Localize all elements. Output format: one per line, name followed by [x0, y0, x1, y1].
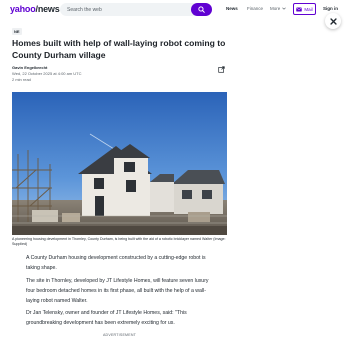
search-bar [60, 3, 212, 16]
close-button[interactable] [325, 13, 341, 29]
yahoo-news-logo[interactable]: yahoo/news [10, 4, 60, 14]
article-photo [12, 92, 227, 235]
nav-more-label: More [270, 6, 281, 11]
nav-more[interactable]: More [270, 6, 286, 11]
sign-in-link[interactable]: Sign in [323, 6, 338, 11]
article-paragraph: The site in Thornley, developed by JT Li… [26, 278, 209, 304]
share-icon[interactable] [218, 66, 225, 73]
author-name[interactable]: Gavin Engelbrecht [12, 65, 47, 70]
mail-label: Mail [304, 6, 313, 12]
read-time: 2 min read [12, 77, 31, 82]
search-icon [198, 6, 205, 13]
logo-yahoo: yahoo [10, 4, 36, 14]
logo-news: /news [35, 4, 60, 14]
advertisement-label: ADVERTISEMENT [102, 333, 137, 337]
nav-news[interactable]: News [226, 6, 238, 11]
mail-icon [296, 7, 303, 11]
publisher-badge[interactable]: NE [12, 28, 22, 35]
photo-caption: A pioneering housing development in Thor… [12, 237, 226, 246]
close-icon [329, 17, 337, 25]
article-paragraph: A County Durham housing development cons… [26, 255, 206, 271]
publish-date: Wed, 22 October 2025 at 4:00 am UTC [12, 71, 82, 76]
search-button[interactable] [191, 3, 212, 16]
chevron-down-icon [281, 7, 286, 10]
top-bar: yahoo/news News Finance More Mail Sign i… [0, 0, 350, 20]
article-title: Homes built with help of wall-laying rob… [12, 38, 226, 60]
mail-button[interactable]: Mail [293, 3, 316, 15]
article-paragraph: Dr Jan Telensky, owner and founder of JT… [26, 310, 187, 326]
search-input[interactable] [67, 4, 187, 15]
nav-finance[interactable]: Finance [247, 6, 263, 11]
